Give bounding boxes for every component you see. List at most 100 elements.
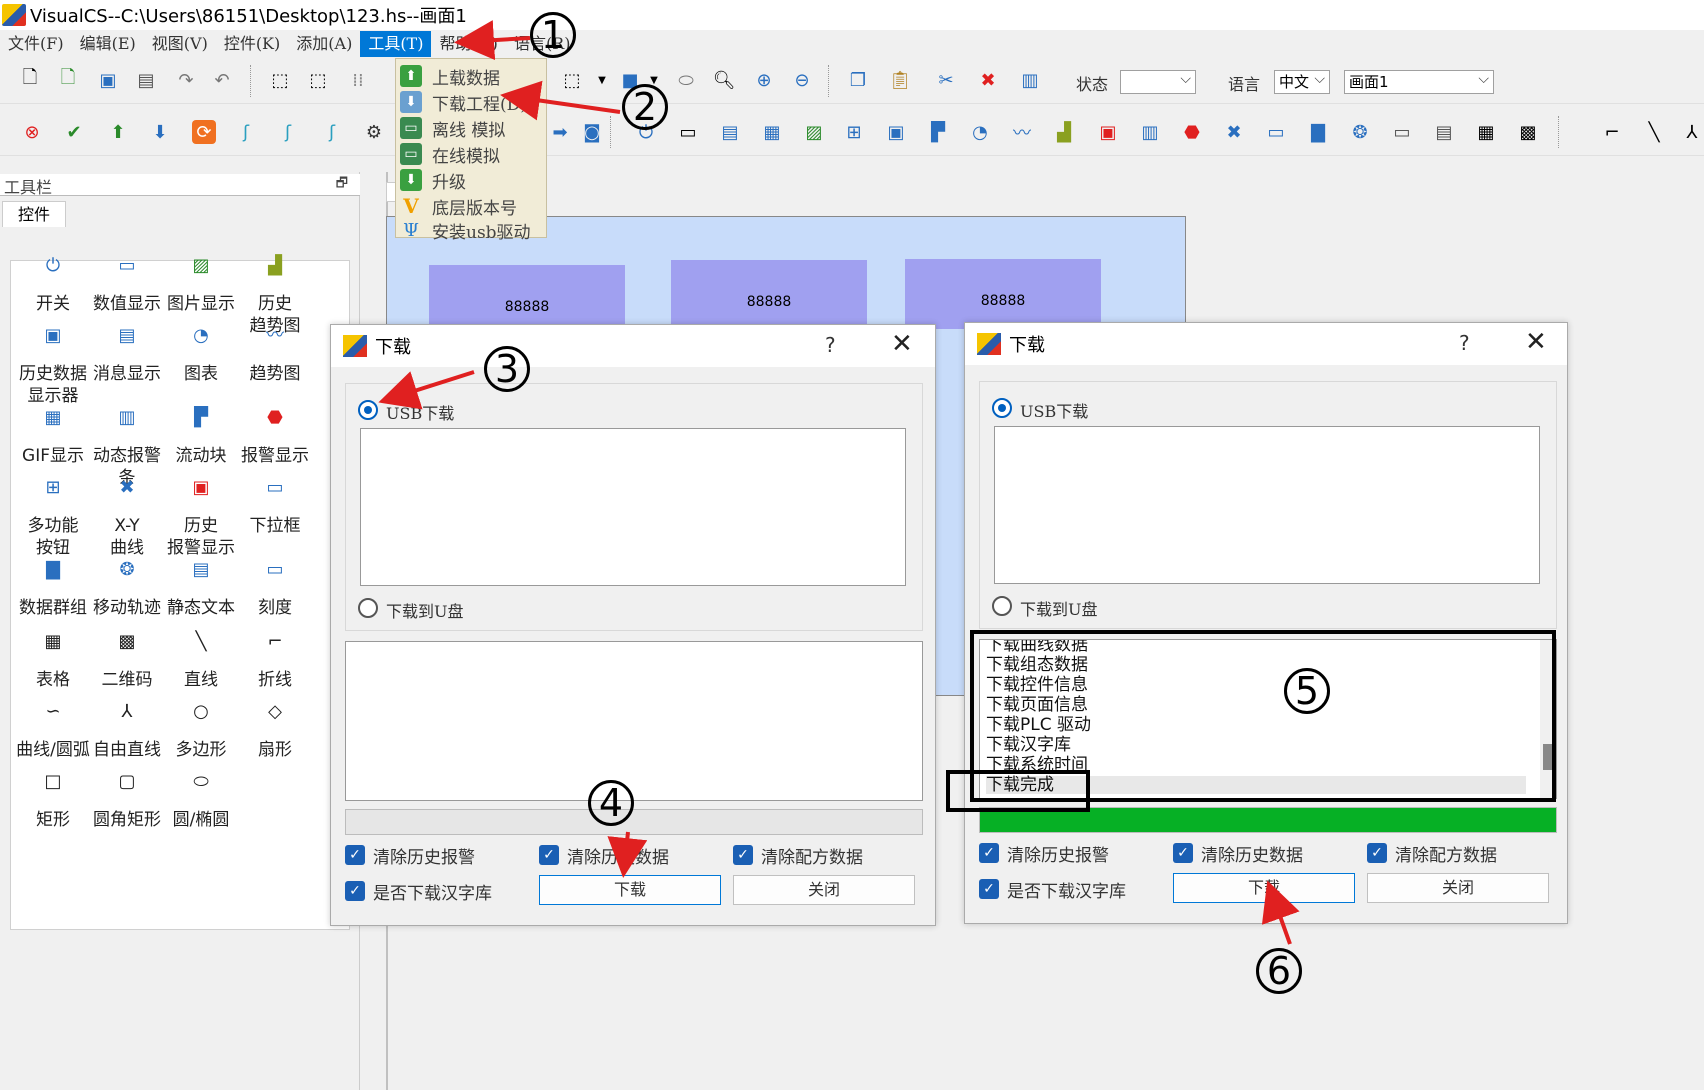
dropdown-icon[interactable]: ▭ — [1264, 120, 1288, 144]
menu-add[interactable]: 添加(A) — [288, 31, 360, 57]
new-file-icon[interactable]: 🗋 — [18, 67, 42, 92]
script3-icon[interactable]: ʃ — [320, 120, 344, 144]
close-button[interactable]: 关闭 — [1367, 873, 1549, 903]
menu-item-firmware-version[interactable]: V 底层版本号 — [396, 193, 546, 219]
zoom-in-icon[interactable]: ⊕ — [752, 68, 776, 92]
alarm-icon[interactable]: ⬣ — [1180, 120, 1204, 144]
clear-recipe-checkbox[interactable]: ✓ — [733, 845, 753, 865]
delete-icon[interactable]: ✖ — [976, 68, 1000, 92]
gauge-icon[interactable]: ◔ — [968, 120, 992, 144]
widget-static-text[interactable]: ▤ 静态文本 — [161, 557, 241, 619]
download-font-checkbox[interactable]: ✓ — [979, 879, 999, 899]
check-icon[interactable]: ✔ — [62, 120, 86, 144]
widget-rect[interactable]: □ 矩形 — [13, 769, 93, 831]
clear-history-checkbox[interactable]: ✓ — [1173, 843, 1193, 863]
download-button[interactable]: 下载 — [539, 875, 721, 905]
data-group-icon[interactable]: ▇ — [1306, 120, 1330, 144]
menu-item-upload-data[interactable]: ⬆ 上载数据 — [396, 63, 546, 89]
new-screen-icon[interactable]: 🗋 — [56, 67, 80, 92]
polyline-icon[interactable]: ⌐ — [1600, 120, 1624, 144]
usb-radio[interactable] — [358, 400, 378, 420]
clear-alarm-checkbox[interactable]: ✓ — [979, 843, 999, 863]
align-icon[interactable]: ⬚ — [560, 68, 584, 92]
menu-item-offline-sim[interactable]: ▭ 离线 模拟 — [396, 115, 546, 141]
free-line-icon[interactable]: ⅄ — [1680, 120, 1704, 144]
close-icon[interactable]: ✕ — [1525, 327, 1547, 357]
menu-help[interactable]: 帮助(H) — [431, 31, 505, 57]
arrow-right-icon[interactable]: ➡ — [548, 120, 572, 144]
zoom-out-icon[interactable]: ⊖ — [790, 68, 814, 92]
copy-icon[interactable]: ❐ — [846, 68, 870, 92]
image-icon[interactable]: ▨ — [802, 120, 826, 144]
static-text-icon[interactable]: ▤ — [1432, 120, 1456, 144]
menu-edit[interactable]: 编辑(E) — [72, 31, 144, 57]
widget-round-rect[interactable]: ▢ 圆角矩形 — [87, 769, 167, 831]
grid-icon[interactable]: ⁞⁞ — [346, 68, 370, 92]
gear-icon[interactable]: ⚙ — [362, 120, 386, 144]
canvas-numeric-block[interactable]: 88888 — [671, 260, 867, 330]
widget-image[interactable]: ▨ 图片显示 — [161, 253, 241, 315]
paste-icon[interactable]: 📋︎ — [888, 68, 912, 92]
usb-device-list[interactable] — [994, 426, 1540, 584]
widget-data-group[interactable]: ▇ 数据群组 — [13, 557, 93, 619]
widget-dropdown[interactable]: ▭ 下拉框 — [235, 475, 315, 537]
zoom-icon[interactable]: 🔍︎ — [712, 68, 736, 92]
state-select[interactable] — [1120, 68, 1196, 94]
cut-icon[interactable]: ✂ — [934, 68, 958, 92]
widget-qrcode[interactable]: ▩ 二维码 — [87, 629, 167, 691]
download-log[interactable] — [345, 641, 923, 801]
hatch-icon[interactable]: ⬭ — [674, 68, 698, 92]
clear-alarm-checkbox[interactable]: ✓ — [345, 845, 365, 865]
widget-line[interactable]: ╲ 直线 — [161, 629, 241, 691]
close-icon[interactable]: ✕ — [891, 329, 913, 359]
screen-select[interactable]: 画面1 — [1344, 68, 1494, 94]
menu-item-download-project[interactable]: ⬇ 下载工程(D) — [396, 89, 546, 115]
close-button[interactable]: 关闭 — [733, 875, 915, 905]
widget-ellipse[interactable]: ⬭ 圆/椭圆 — [161, 769, 241, 831]
redo-icon[interactable]: ↷ — [174, 68, 198, 92]
tab-controls[interactable]: 控件 — [2, 201, 66, 227]
dock-icon[interactable]: 🗗 — [336, 174, 348, 196]
upload-icon[interactable]: ⬆ — [106, 120, 130, 144]
line-icon[interactable]: ╲ — [1642, 120, 1666, 144]
widget-trend[interactable]: 〰趋势图 — [235, 323, 315, 385]
script2-icon[interactable]: ʃ — [276, 120, 300, 144]
clear-recipe-checkbox[interactable]: ✓ — [1367, 843, 1387, 863]
menu-item-upgrade[interactable]: ⬇ 升级 — [396, 167, 546, 193]
menu-tools[interactable]: 工具(T) — [360, 31, 432, 57]
select-icon[interactable]: ⬚ — [268, 68, 292, 92]
widget-power[interactable]: ⏻ 开关 — [13, 253, 93, 315]
download-icon[interactable]: ⬇ — [148, 120, 172, 144]
group-icon[interactable]: ⬚ — [306, 68, 330, 92]
widget-polyline[interactable]: ⌐ 折线 — [235, 629, 315, 691]
usb-device-list[interactable] — [360, 428, 906, 586]
widget-scale[interactable]: ▭ 刻度 — [235, 557, 315, 619]
widget-xy-curve[interactable]: ✖ X-Y 曲线 — [87, 475, 167, 559]
trend-icon[interactable]: 〰 — [1010, 120, 1034, 144]
menu-controls[interactable]: 控件(K) — [216, 31, 288, 57]
camera-icon[interactable]: ◙ — [580, 120, 604, 144]
widget-message[interactable]: ▤ 消息显示 — [87, 323, 167, 385]
gif-icon[interactable]: ▦ — [760, 120, 784, 144]
flow-block-icon[interactable]: ▛ — [926, 120, 950, 144]
widget-track[interactable]: ❂ 移动轨迹 — [87, 557, 167, 619]
message-icon[interactable]: ▤ — [718, 120, 742, 144]
script-icon[interactable]: ʃ — [234, 120, 258, 144]
usb-radio[interactable] — [992, 398, 1012, 418]
menu-view[interactable]: 视图(V) — [144, 31, 216, 57]
menu-item-install-usb[interactable]: Ψ 安装usb驱动 — [396, 217, 546, 243]
widget-table[interactable]: ▦ 表格 — [13, 629, 93, 691]
open-icon[interactable]: ▣ — [96, 68, 120, 92]
track-icon[interactable]: ❂ — [1348, 120, 1372, 144]
widget-flow-block[interactable]: ▛ 流动块 — [161, 405, 241, 467]
table-icon[interactable]: ▦ — [1474, 120, 1498, 144]
history-data-icon[interactable]: ▣ — [884, 120, 908, 144]
canvas-numeric-block[interactable]: 88888 — [905, 259, 1101, 329]
widget-history-alarm[interactable]: ▣ 历史 报警显示 — [161, 475, 241, 559]
help-icon[interactable]: ? — [1459, 331, 1470, 355]
chevron-down-icon[interactable]: ▼ — [590, 68, 614, 92]
widget-alarm[interactable]: ⬣ 报警显示 — [235, 405, 315, 467]
history-trend-icon[interactable]: ▟ — [1052, 120, 1076, 144]
stop-icon[interactable]: ⊗ — [20, 120, 44, 144]
save-icon[interactable]: ▤ — [134, 68, 158, 92]
